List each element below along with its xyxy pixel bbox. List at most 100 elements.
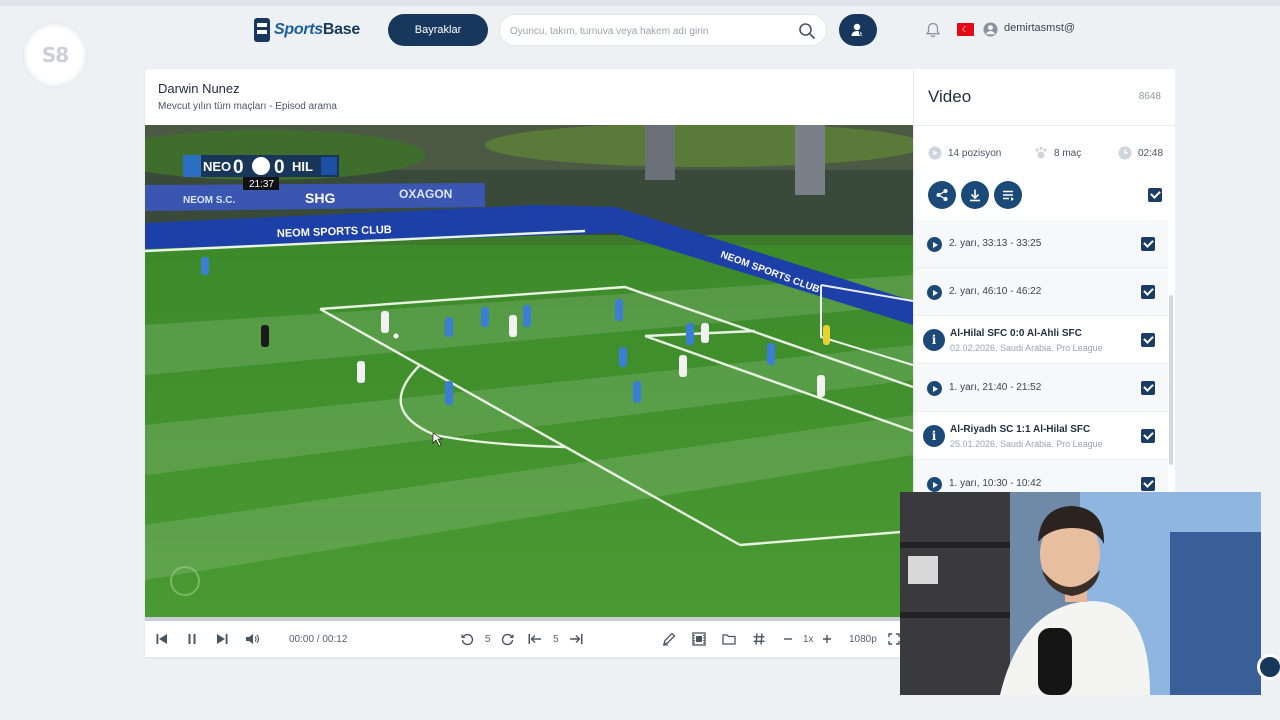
frame-step: 5 [553, 634, 559, 645]
sportsbase-logo[interactable]: SportsBase [254, 16, 360, 44]
item-checkbox[interactable] [1141, 429, 1155, 443]
info-icon[interactable]: i [923, 329, 945, 351]
item-checkbox[interactable] [1141, 381, 1155, 395]
away-team: HIL [292, 159, 313, 174]
divider [914, 125, 1175, 126]
play-icon[interactable] [927, 237, 942, 252]
download-button[interactable] [961, 181, 989, 209]
skip-back-icon[interactable] [155, 631, 169, 647]
search-box [499, 14, 827, 46]
info-icon[interactable]: i [923, 425, 945, 447]
download-icon [970, 189, 980, 202]
draw-pen-icon[interactable] [661, 631, 677, 647]
match-header[interactable]: i Al-Hilal SFC 0:0 Al-Ahli SFC 02.02.202… [914, 316, 1168, 364]
panel-id: 8648 [1138, 91, 1161, 102]
ad-board-neom-sc: NEOM S.C. [183, 195, 235, 206]
video-player[interactable]: NEOM S.C. SHG OXAGON NEOM SPORTS CLUB NE… [145, 125, 913, 621]
bell-icon[interactable] [924, 21, 942, 39]
account-icon[interactable] [983, 22, 998, 37]
play-circle-icon [928, 146, 942, 160]
site-logo-text: S8 [41, 43, 69, 67]
play-icon[interactable] [927, 285, 942, 300]
match-title: Al-Hilal SFC 0:0 Al-Ahli SFC [950, 328, 1082, 339]
brand-suffix: Base [322, 21, 360, 38]
quality-selector[interactable]: 1080p [849, 634, 877, 645]
volume-icon[interactable] [244, 631, 260, 647]
sportsbase-logo-mark [254, 18, 270, 42]
play-icon[interactable] [927, 381, 942, 396]
item-checkbox[interactable] [1141, 477, 1155, 491]
ad-board-shg: SHG [305, 190, 335, 206]
matches-count: 8 maç [1054, 147, 1082, 159]
webcam-image [900, 492, 1261, 695]
home-score: 0 [233, 157, 244, 178]
panel-title: Video [928, 87, 972, 106]
playback-speed: 1x [803, 634, 814, 645]
folder-icon[interactable] [721, 631, 737, 647]
item-checkbox[interactable] [1141, 333, 1155, 347]
away-score: 0 [274, 157, 285, 178]
select-all-checkbox[interactable] [1148, 188, 1162, 202]
player-search-button[interactable] [839, 14, 877, 46]
forward-icon[interactable] [500, 631, 516, 647]
segment-time: 1. yarı, 10:30 - 10:42 [949, 478, 1042, 489]
turkey-flag-icon[interactable]: ☾ [957, 23, 974, 36]
search-icon[interactable] [798, 22, 816, 40]
video-controls: 00:00 / 00:12 5 5 1x 1080p [145, 621, 913, 657]
match-clock: 21:37 [249, 179, 274, 190]
search-input[interactable] [510, 21, 790, 41]
player-name: Darwin Nunez [158, 81, 240, 96]
frame-back-icon[interactable] [527, 631, 543, 647]
segment-time: 2. yarı, 46:10 - 46:22 [949, 286, 1042, 297]
user-search-icon [851, 23, 865, 36]
video-playlist-panel: Video 8648 14 pozisyon 8 maç 02:48 2. ya… [913, 69, 1175, 494]
hashtag-icon[interactable] [751, 631, 767, 647]
clock-icon [1118, 146, 1132, 160]
match-meta: 02.02.2026, Saudi Arabia. Pro League [950, 343, 1103, 353]
site-logo[interactable]: S8 [24, 24, 86, 86]
rewind-icon[interactable] [459, 631, 475, 647]
account-username[interactable]: demirtasmst@ [1004, 22, 1075, 34]
chat-widget-icon[interactable] [1257, 654, 1280, 680]
match-meta: 25.01.2026, Saudi Arabia. Pro League [950, 439, 1103, 449]
playlist-button[interactable] [994, 181, 1022, 209]
segment-time: 2. yarı, 33:13 - 33:25 [949, 238, 1042, 249]
list-item[interactable]: 1. yarı, 10:30 - 10:42 [914, 460, 1168, 494]
video-card: Darwin Nunez Mevcut yılın tüm maçları - … [145, 69, 913, 657]
match-header[interactable]: i Al-Riyadh SC 1:1 Al-Hilal SFC 25.01.20… [914, 412, 1168, 460]
total-duration: 02:48 [1138, 147, 1164, 159]
brand-prefix: Sports [274, 21, 323, 38]
matches-stat: 8 maç [1034, 146, 1081, 160]
search-subtitle: Mevcut yılın tüm maçları - Episod arama [158, 101, 337, 112]
duration-stat: 02:48 [1118, 146, 1163, 160]
positions-stat: 14 pozisyon [928, 146, 1001, 160]
match-footage: NEOM S.C. SHG OXAGON NEOM SPORTS CLUB NE… [145, 125, 913, 621]
segment-time: 1. yarı, 21:40 - 21:52 [949, 382, 1042, 393]
fullscreen-icon[interactable] [887, 631, 901, 647]
share-icon [936, 189, 948, 201]
positions-count: 14 pozisyon [948, 147, 1002, 159]
list-item[interactable]: 1. yarı, 21:40 - 21:52 [914, 364, 1168, 412]
playlist-icon [1003, 190, 1014, 201]
list-item[interactable]: 2. yarı, 46:10 - 46:22 [914, 268, 1168, 316]
home-team: NEO [203, 159, 231, 174]
match-title: Al-Riyadh SC 1:1 Al-Hilal SFC [950, 424, 1091, 435]
bayraklar-button[interactable]: Bayraklar [388, 14, 488, 46]
skip-forward-icon[interactable] [215, 631, 229, 647]
rewind-seconds: 5 [485, 634, 491, 645]
item-checkbox[interactable] [1141, 285, 1155, 299]
minus-icon[interactable] [781, 631, 795, 647]
scrollbar[interactable] [1169, 295, 1173, 465]
list-item[interactable]: 2. yarı, 33:13 - 33:25 [914, 220, 1168, 268]
item-checkbox[interactable] [1141, 237, 1155, 251]
top-strip [0, 0, 1280, 6]
time-display: 00:00 / 00:12 [289, 634, 348, 645]
film-icon[interactable] [691, 631, 707, 647]
pause-icon[interactable] [185, 631, 199, 647]
share-button[interactable] [928, 181, 956, 209]
play-icon[interactable] [927, 477, 942, 492]
webcam-overlay [900, 492, 1261, 695]
ad-board-oxagon: OXAGON [399, 187, 452, 201]
frame-forward-icon[interactable] [568, 631, 584, 647]
plus-icon[interactable] [820, 631, 834, 647]
